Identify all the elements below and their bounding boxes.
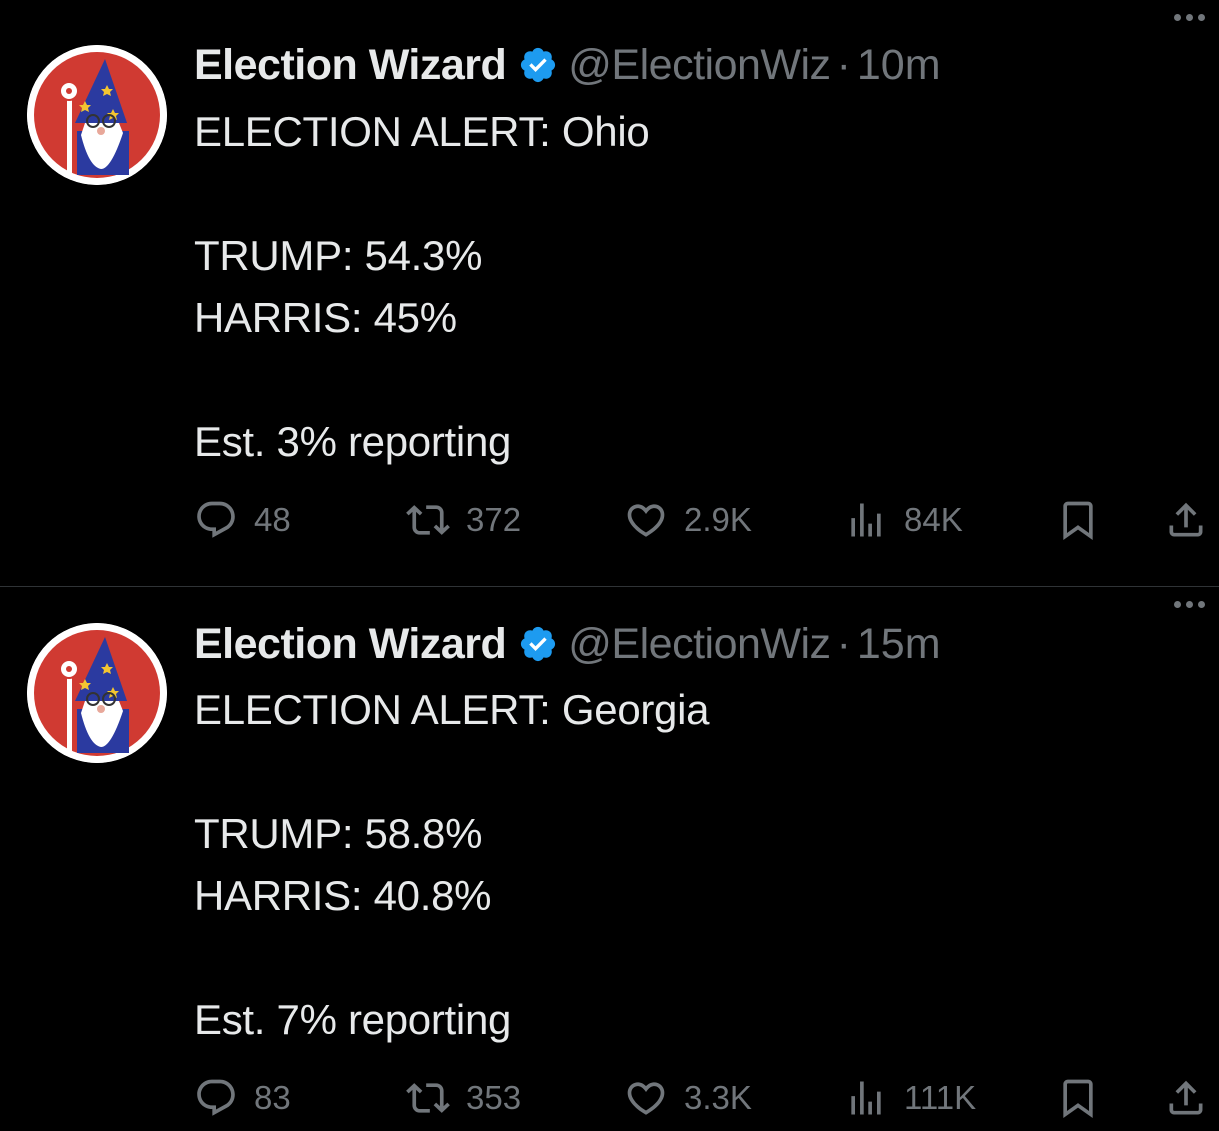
bookmark-button[interactable] <box>1056 1073 1100 1123</box>
like-count: 2.9K <box>684 501 752 538</box>
share-button[interactable] <box>1164 495 1208 545</box>
tweet-line: HARRIS: 45% <box>194 294 457 341</box>
reply-icon <box>197 1079 235 1116</box>
tweet-header: Election Wizard @ElectionWiz · 15m <box>194 619 1219 669</box>
tweet-header: Election Wizard @ElectionWiz · 10m <box>194 40 1219 90</box>
share-icon <box>1169 502 1203 537</box>
tweet-text: ELECTION ALERT: Ohio TRUMP: 54.3% HARRIS… <box>194 101 650 473</box>
tweet-line: ELECTION ALERT: Ohio <box>194 108 650 155</box>
repost-icon <box>406 1083 450 1113</box>
like-button[interactable]: 3.3K <box>624 1073 752 1123</box>
bookmark-icon <box>1063 501 1093 541</box>
timestamp[interactable]: 10m <box>857 41 941 90</box>
more-dot <box>1198 14 1205 21</box>
wizard-avatar-icon <box>27 623 167 763</box>
like-icon <box>627 1082 665 1115</box>
tweet-line <box>194 741 709 803</box>
timeline-feed: Election Wizard @ElectionWiz · 10m ELECT… <box>0 0 1219 1131</box>
more-icon[interactable] <box>1174 14 1205 21</box>
avatar[interactable] <box>27 623 167 763</box>
tweet-line: TRUMP: 54.3% <box>194 232 483 279</box>
author-name[interactable]: Election Wizard <box>194 41 507 90</box>
views-icon <box>851 503 881 537</box>
views-count: 111K <box>904 1079 977 1116</box>
bookmark-icon <box>1063 1079 1093 1119</box>
tweet[interactable]: Election Wizard @ElectionWiz · 15m ELECT… <box>0 587 1219 1131</box>
wizard-avatar-icon <box>27 45 167 185</box>
more-dot <box>1174 14 1181 21</box>
repost-button[interactable]: 353 <box>406 1073 521 1123</box>
reply-count: 83 <box>254 1079 291 1116</box>
author-handle[interactable]: @ElectionWiz <box>568 620 831 669</box>
tweet-line: HARRIS: 40.8% <box>194 872 492 919</box>
like-count: 3.3K <box>684 1079 752 1116</box>
tweet-actions: 83 353 3.3K 111K <box>194 1073 1219 1123</box>
more-dot <box>1186 14 1193 21</box>
tweet-line <box>194 349 649 411</box>
repost-count: 353 <box>466 1079 522 1116</box>
more-dot <box>1198 601 1205 608</box>
reply-button[interactable]: 83 <box>194 1073 291 1123</box>
author-name[interactable]: Election Wizard <box>194 620 507 669</box>
author-handle[interactable]: @ElectionWiz <box>568 41 831 90</box>
share-icon <box>1169 1080 1203 1115</box>
tweet-line: Est. 7% reporting <box>194 996 512 1043</box>
more-dot <box>1174 601 1181 608</box>
separator-dot: · <box>836 40 851 89</box>
tweet-line <box>194 927 709 989</box>
tweet-line: TRUMP: 58.8% <box>194 810 483 857</box>
views-count: 84K <box>904 501 963 538</box>
verified-badge-icon <box>521 626 556 662</box>
verified-badge-icon <box>521 47 556 83</box>
repost-button[interactable]: 372 <box>406 495 521 545</box>
like-icon <box>627 504 665 537</box>
tweet[interactable]: Election Wizard @ElectionWiz · 10m ELECT… <box>0 0 1219 586</box>
tweet-line: ELECTION ALERT: Georgia <box>194 686 710 733</box>
bookmark-button[interactable] <box>1056 495 1100 545</box>
share-button[interactable] <box>1164 1073 1208 1123</box>
reply-count: 48 <box>254 501 291 538</box>
tweet-line: Est. 3% reporting <box>194 418 512 465</box>
more-dot <box>1186 601 1193 608</box>
tweet-line <box>194 163 649 225</box>
more-icon[interactable] <box>1174 601 1205 608</box>
views-icon <box>851 1081 881 1115</box>
reply-button[interactable]: 48 <box>194 495 291 545</box>
like-button[interactable]: 2.9K <box>624 495 752 545</box>
separator-dot: · <box>836 619 851 668</box>
views-button[interactable]: 111K <box>844 1073 976 1123</box>
tweet-actions: 48 372 2.9K 84K <box>194 495 1219 545</box>
tweet-text: ELECTION ALERT: Georgia TRUMP: 58.8% HAR… <box>194 679 710 1051</box>
repost-count: 372 <box>466 501 522 538</box>
avatar[interactable] <box>27 45 167 185</box>
views-button[interactable]: 84K <box>844 495 963 545</box>
repost-icon <box>406 505 450 535</box>
reply-icon <box>197 501 235 538</box>
timestamp[interactable]: 15m <box>857 620 941 669</box>
